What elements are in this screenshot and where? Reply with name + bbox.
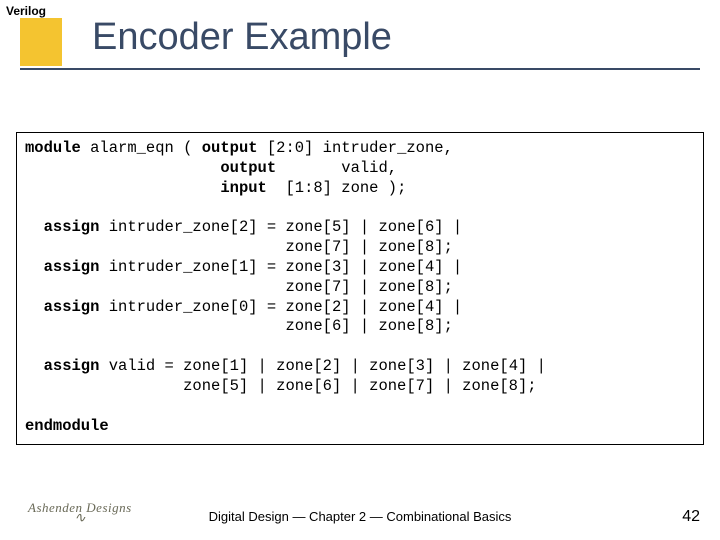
code-listing: module alarm_eqn ( output [2:0] intruder…: [16, 132, 704, 445]
kw-assign: assign: [25, 357, 99, 375]
footer-caption: Digital Design — Chapter 2 — Combination…: [0, 509, 720, 524]
code-text: intruder_zone[1] = zone[3] | zone[4] |: [99, 258, 462, 276]
code-text: valid = zone[1] | zone[2] | zone[3] | zo…: [99, 357, 545, 375]
code-text: zone[7] | zone[8];: [25, 238, 453, 256]
page-number: 42: [682, 508, 700, 526]
code-text: zone[5] | zone[6] | zone[7] | zone[8];: [25, 377, 537, 395]
title-underline: [20, 68, 700, 70]
kw-module: module: [25, 139, 81, 157]
kw-endmodule: endmodule: [25, 417, 109, 435]
code-text: zone[6] | zone[8];: [25, 317, 453, 335]
accent-block: [20, 18, 62, 66]
code-text: alarm_eqn (: [81, 139, 202, 157]
code-text: valid,: [276, 159, 397, 177]
kw-output: output: [202, 139, 258, 157]
kw-output: output: [220, 159, 276, 177]
code-text: intruder_zone[0] = zone[2] | zone[4] |: [99, 298, 462, 316]
language-label: Verilog: [6, 4, 46, 18]
code-text: [2:0] intruder_zone,: [258, 139, 453, 157]
code-text: zone[7] | zone[8];: [25, 278, 453, 296]
code-text: [25, 159, 220, 177]
code-text: intruder_zone[2] = zone[5] | zone[6] |: [99, 218, 462, 236]
code-text: [1:8] zone );: [267, 179, 407, 197]
slide-title: Encoder Example: [92, 16, 392, 59]
kw-assign: assign: [25, 258, 99, 276]
kw-assign: assign: [25, 218, 99, 236]
kw-input: input: [220, 179, 267, 197]
code-text: [25, 179, 220, 197]
kw-assign: assign: [25, 298, 99, 316]
